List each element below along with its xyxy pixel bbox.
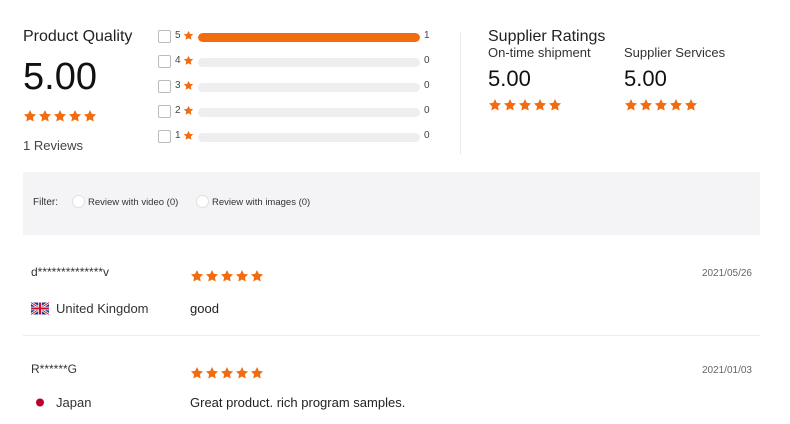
supplier-ratings: Supplier Ratings On-time shipment 5.00 S…: [488, 27, 725, 111]
star-icon: [83, 109, 97, 123]
services-stars: [624, 96, 754, 112]
star-icon: [183, 105, 194, 116]
review-stars: [190, 267, 265, 285]
histogram-bar: [198, 108, 420, 117]
product-quality-title: Product Quality: [23, 28, 133, 45]
services-label: Supplier Services: [624, 45, 726, 60]
star-icon: [669, 98, 683, 112]
shipment-stars: [488, 96, 618, 112]
review-text: Great product. rich program samples.: [190, 395, 406, 410]
shipment-label: On-time shipment: [488, 45, 591, 60]
star-icon: [518, 98, 532, 112]
histogram-star-level: 3: [175, 80, 181, 91]
star-icon: [533, 98, 547, 112]
shipment-score: 5.00: [488, 66, 531, 91]
star-icon: [205, 269, 219, 283]
star-icon: [68, 109, 82, 123]
services-score: 5.00: [624, 66, 667, 91]
histogram-star-level: 2: [175, 105, 181, 116]
star-icon: [23, 109, 37, 123]
histogram-count: 0: [424, 55, 430, 66]
histogram-star-level: 5: [175, 30, 181, 41]
review-username: d**************v: [31, 265, 110, 279]
histogram-count: 0: [424, 130, 430, 141]
star-icon: [654, 98, 668, 112]
histogram-bar: [198, 33, 420, 42]
star-icon: [639, 98, 653, 112]
review-text: good: [190, 301, 219, 316]
review-date: 2021/01/03: [701, 365, 752, 376]
star-icon: [190, 269, 204, 283]
star-icon: [548, 98, 562, 112]
star-icon: [183, 30, 194, 41]
star-icon: [250, 269, 264, 283]
product-quality-score: 5.00: [23, 56, 97, 98]
filter-images-label[interactable]: Review with images (0): [212, 197, 310, 208]
filter-label: Filter:: [33, 197, 58, 208]
star-icon: [183, 130, 194, 141]
histogram-bar: [198, 133, 420, 142]
star-icon: [503, 98, 517, 112]
histogram-count: 0: [424, 105, 430, 116]
histogram-checkbox[interactable]: [158, 30, 171, 43]
review-country-name: Japan: [56, 395, 92, 410]
histogram-star-level: 1: [175, 130, 181, 141]
star-icon: [624, 98, 638, 112]
review-divider: [23, 335, 760, 336]
star-icon: [183, 80, 194, 91]
star-icon: [53, 109, 67, 123]
uk-flag-icon: [30, 301, 50, 318]
supplier-ratings-title: Supplier Ratings: [488, 28, 606, 45]
histogram-checkbox[interactable]: [158, 105, 171, 118]
star-icon: [183, 55, 194, 66]
reviews-count: 1 Reviews: [23, 138, 83, 153]
product-quality-stars: [23, 107, 132, 123]
histogram-checkbox[interactable]: [158, 130, 171, 143]
star-icon: [250, 366, 264, 380]
on-time-shipment-rating: On-time shipment 5.00: [488, 45, 618, 112]
supplier-services-rating: Supplier Services 5.00: [624, 45, 754, 112]
histogram-count: 1: [424, 30, 430, 41]
star-icon: [220, 366, 234, 380]
histogram-checkbox[interactable]: [158, 55, 171, 68]
review-stars: [190, 364, 265, 382]
product-quality-summary: Product Quality 5.00 1 Reviews: [23, 27, 132, 153]
star-icon: [190, 366, 204, 380]
histogram-checkbox[interactable]: [158, 80, 171, 93]
section-divider: [460, 32, 461, 154]
review-country-name: United Kingdom: [56, 301, 149, 316]
histogram-star-level: 4: [175, 55, 181, 66]
star-icon: [235, 366, 249, 380]
histogram-count: 0: [424, 80, 430, 91]
filter-video-radio[interactable]: [72, 195, 85, 208]
filter-video-label[interactable]: Review with video (0): [88, 197, 178, 208]
star-icon: [38, 109, 52, 123]
star-icon: [684, 98, 698, 112]
histogram-bar: [198, 58, 420, 67]
histogram-bar-fill: [198, 33, 420, 42]
star-icon: [235, 269, 249, 283]
histogram-bar: [198, 83, 420, 92]
filter-images-radio[interactable]: [196, 195, 209, 208]
review-date: 2021/05/26: [701, 268, 752, 279]
japan-flag-icon: [31, 396, 49, 412]
review-username: R******G: [31, 362, 78, 376]
star-icon: [205, 366, 219, 380]
filter-bar: Filter: Review with video (0) Review wit…: [23, 172, 760, 235]
star-icon: [488, 98, 502, 112]
star-icon: [220, 269, 234, 283]
